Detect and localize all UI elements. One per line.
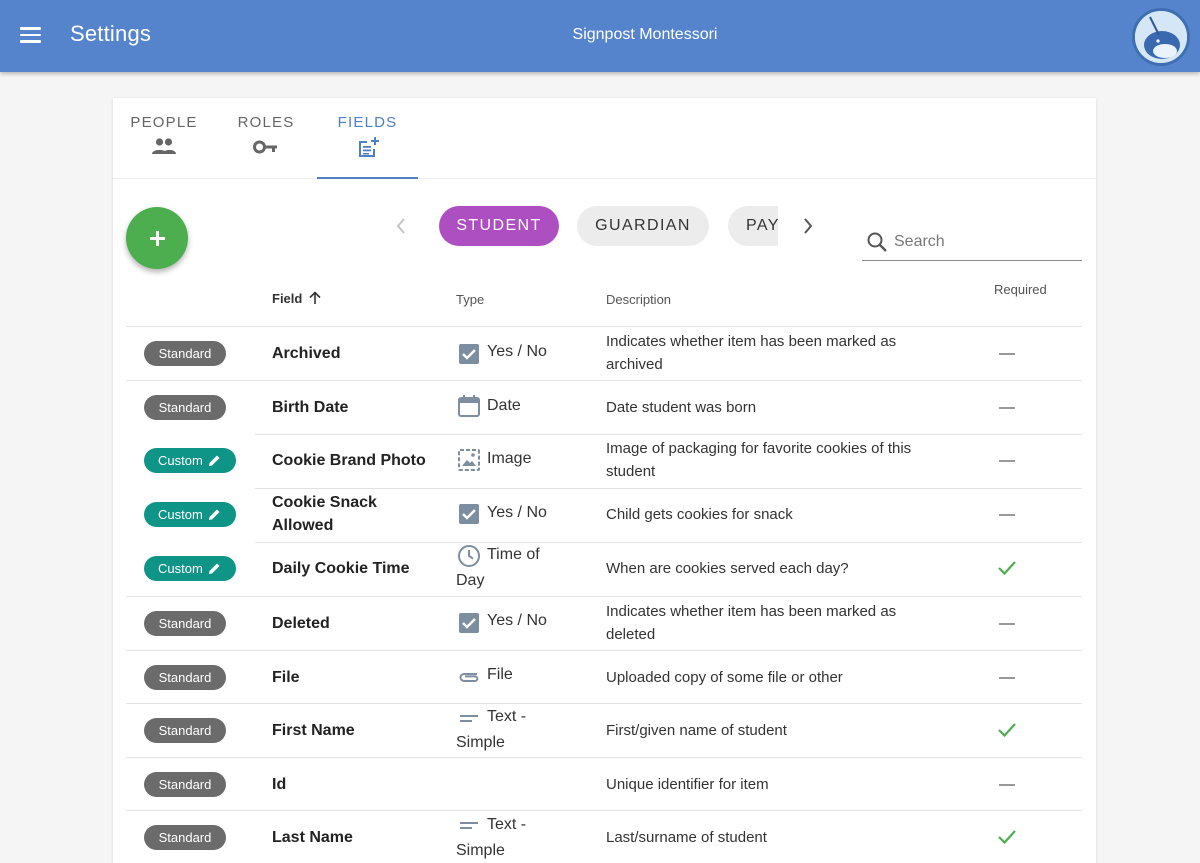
custom-badge-label: Custom (158, 561, 203, 576)
not-required-dash-icon (999, 407, 1015, 409)
not-required-dash-icon (999, 784, 1015, 786)
not-required-dash-icon (999, 353, 1015, 355)
table-row[interactable]: Standard Last Name Text - Simple Last/su… (126, 810, 1082, 863)
active-tab-indicator (317, 177, 418, 179)
standard-badge: Standard (144, 611, 226, 636)
field-description: Unique identifier for item (606, 776, 769, 793)
tab-roles[interactable]: ROLES (226, 98, 306, 179)
field-type: Date (487, 397, 521, 414)
custom-badge-label: Custom (158, 453, 203, 468)
required-check-icon (998, 723, 1016, 738)
menu-icon[interactable] (18, 22, 44, 48)
field-name: File (272, 669, 300, 686)
field-name: Daily Cookie Time (272, 560, 410, 577)
field-description: When are cookies served each day? (606, 560, 849, 577)
field-name: Cookie Snack Allowed (272, 494, 377, 534)
field-type: Yes / No (487, 612, 547, 629)
tab-people-label: PEOPLE (130, 114, 198, 131)
field-name: Birth Date (272, 399, 349, 416)
field-description: Uploaded copy of some file or other (606, 669, 843, 686)
narwhal-logo-icon (1135, 11, 1187, 63)
entity-chip-scroller: STUDENT GUARDIAN PAY (438, 206, 778, 246)
field-type: Text - Simple (456, 708, 527, 751)
standard-badge: Standard (144, 395, 226, 420)
not-required-dash-icon (999, 677, 1015, 679)
header-required[interactable]: Required (994, 282, 1047, 297)
arrow-up-icon (309, 291, 321, 304)
tab-fields-label: FIELDS (337, 114, 398, 131)
table-row[interactable]: Standard First Name Text - Simple First/… (126, 703, 1082, 757)
custom-badge[interactable]: Custom (144, 448, 236, 473)
table-row[interactable]: Custom Cookie Brand Photo Image Image of… (126, 434, 1082, 488)
not-required-dash-icon (999, 623, 1015, 625)
field-type: Yes / No (487, 343, 547, 360)
search-icon (867, 232, 887, 252)
not-required-dash-icon (999, 514, 1015, 516)
table-row[interactable]: Standard Archived Yes / No Indicates whe… (126, 326, 1082, 380)
chevron-left-icon[interactable] (389, 212, 413, 240)
page-title: Settings (70, 21, 152, 46)
chevron-right-icon[interactable] (796, 212, 820, 240)
field-description: Indicates whether item has been marked a… (606, 333, 897, 373)
table-row[interactable]: Standard File File Uploaded copy of some… (126, 650, 1082, 704)
post-add-icon (358, 137, 379, 157)
field-type: Image (487, 450, 532, 467)
app-bar: Settings Signpost Montessori (0, 0, 1200, 72)
standard-badge: Standard (144, 772, 226, 797)
organization-name: Signpost Montessori (572, 26, 718, 43)
avatar[interactable] (1132, 8, 1190, 66)
field-description: Date student was born (606, 399, 757, 416)
required-check-icon (998, 561, 1016, 576)
custom-badge-label: Custom (158, 507, 203, 522)
chip-guardian[interactable]: GUARDIAN (577, 206, 709, 246)
standard-badge: Standard (144, 718, 226, 743)
standard-badge: Standard (144, 665, 226, 690)
field-type: Time of Day (456, 546, 540, 589)
table-row[interactable]: Custom Cookie Snack Allowed Yes / No Chi… (126, 488, 1082, 542)
header-field[interactable]: Field (272, 291, 322, 306)
field-description: Last/surname of student (606, 829, 767, 846)
field-type: Text - Simple (456, 816, 527, 859)
search-field (862, 225, 1082, 261)
field-name: Cookie Brand Photo (272, 452, 426, 469)
field-description: Child gets cookies for snack (606, 506, 793, 523)
header-type[interactable]: Type (456, 292, 484, 307)
header-description[interactable]: Description (606, 292, 671, 307)
pencil-icon (209, 509, 220, 520)
people-icon (152, 138, 176, 154)
pencil-icon (209, 455, 220, 466)
tab-roles-label: ROLES (237, 114, 295, 131)
key-icon (253, 140, 277, 154)
field-name: First Name (272, 722, 355, 739)
settings-tabs: PEOPLE ROLES FIELDS (113, 98, 1096, 179)
search-input[interactable] (894, 229, 1079, 255)
field-description: Indicates whether item has been marked a… (606, 603, 897, 643)
table-row[interactable]: Custom Daily Cookie Time Time of Day Whe… (126, 542, 1082, 596)
field-name: Deleted (272, 615, 330, 632)
field-name: Archived (272, 345, 341, 362)
add-field-button[interactable] (126, 207, 188, 269)
field-type: Yes / No (487, 504, 547, 521)
field-type: File (487, 666, 513, 683)
tab-fields[interactable]: FIELDS (317, 98, 418, 179)
custom-badge[interactable]: Custom (144, 556, 236, 581)
table-row[interactable]: Standard Id Unique identifier for item (126, 757, 1082, 811)
chip-pay[interactable]: PAY (728, 206, 778, 246)
field-name: Last Name (272, 829, 353, 846)
custom-badge[interactable]: Custom (144, 502, 236, 527)
tab-people[interactable]: PEOPLE (121, 98, 207, 179)
standard-badge: Standard (144, 341, 226, 366)
chip-student[interactable]: STUDENT (439, 206, 559, 246)
field-name: Id (272, 776, 287, 793)
required-check-icon (998, 830, 1016, 845)
not-required-dash-icon (999, 460, 1015, 462)
header-field-label: Field (272, 291, 303, 306)
field-description: First/given name of student (606, 722, 787, 739)
pencil-icon (209, 563, 220, 574)
table-row[interactable]: Standard Deleted Yes / No Indicates whet… (126, 596, 1082, 650)
field-description: Image of packaging for favorite cookies … (606, 440, 912, 480)
standard-badge: Standard (144, 825, 226, 850)
table-row[interactable]: Standard Birth Date Date Date student wa… (126, 380, 1082, 434)
